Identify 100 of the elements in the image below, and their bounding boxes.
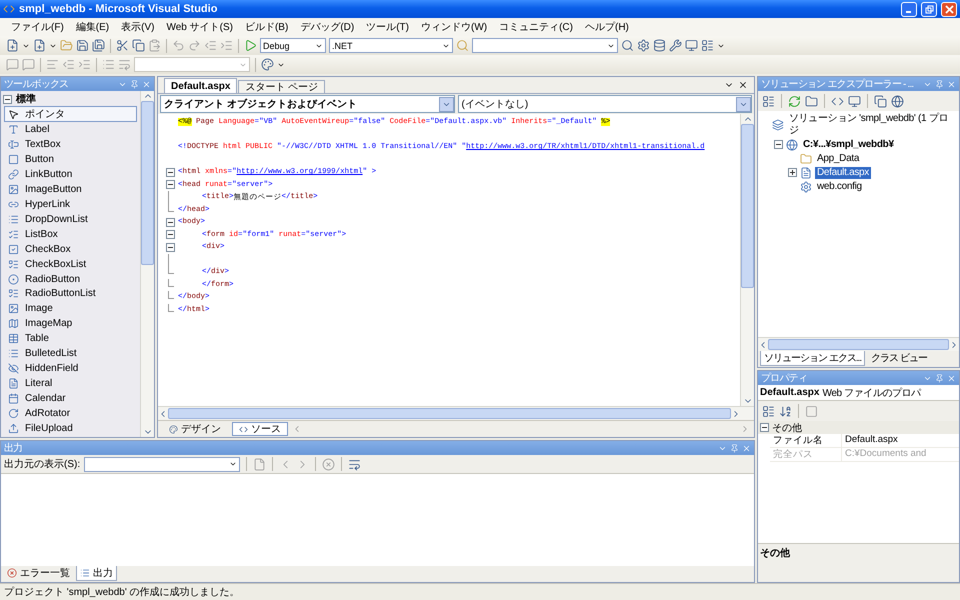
map-icon[interactable] <box>8 318 19 330</box>
toolbox-item[interactable]: FileUpload <box>4 421 137 436</box>
document-tab[interactable]: Default.aspx <box>164 78 238 93</box>
object-dropdown[interactable]: Default.aspx Web ファイルのプロパ <box>758 385 959 401</box>
toolbox-item[interactable]: ListBox <box>4 227 137 242</box>
pointer-icon[interactable] <box>8 108 19 120</box>
globe-icon[interactable] <box>891 94 904 108</box>
word-wrap-icon[interactable] <box>348 458 362 470</box>
toolbox-item[interactable]: Label <box>4 123 137 137</box>
checklist-icon[interactable] <box>8 288 19 300</box>
collapse-icon[interactable] <box>3 94 12 104</box>
toolbox-item[interactable]: Button <box>4 152 137 167</box>
tools-icon[interactable] <box>669 39 682 52</box>
panel-tab[interactable]: クラス ビュー <box>867 351 931 366</box>
restore-button[interactable] <box>921 2 937 16</box>
start-icon[interactable] <box>244 39 257 52</box>
format-icon[interactable] <box>46 58 59 71</box>
globe-icon[interactable] <box>786 138 798 150</box>
new-project-icon[interactable] <box>6 39 19 52</box>
rotate-icon[interactable] <box>8 408 19 419</box>
wrap-icon[interactable] <box>118 58 131 71</box>
tree-item[interactable]: Default.aspx <box>815 166 871 178</box>
text-field-icon[interactable] <box>8 139 19 150</box>
indent-icon[interactable] <box>78 58 91 71</box>
toolbox-item[interactable]: RadioButtonList <box>4 286 137 301</box>
copy-icon[interactable] <box>132 39 145 52</box>
menu-item[interactable]: ファイル(F) <box>6 19 69 35</box>
scrollbar[interactable] <box>740 114 754 406</box>
toolbox-item[interactable]: Image <box>4 302 137 316</box>
menu-item[interactable]: 表示(V) <box>116 19 160 35</box>
comment-icon[interactable] <box>6 58 19 71</box>
property-name[interactable]: ファイル名 <box>770 434 842 447</box>
property-value[interactable]: Default.aspx <box>842 434 959 447</box>
button-shape-icon[interactable] <box>8 154 19 166</box>
platform-dropdown[interactable]: .NET <box>329 38 453 53</box>
search-icon[interactable] <box>621 39 634 52</box>
panel-tab[interactable]: エラー一覧 <box>3 566 74 581</box>
pin-icon[interactable] <box>730 444 739 452</box>
save-icon[interactable] <box>76 39 89 52</box>
add-item-icon[interactable] <box>33 39 46 52</box>
list-icon[interactable] <box>8 228 19 240</box>
collapse-icon[interactable] <box>760 423 769 432</box>
menu-item[interactable]: コミュニティ(C) <box>494 19 578 35</box>
radio-icon[interactable] <box>8 274 19 285</box>
show-all-files-icon[interactable] <box>805 94 818 108</box>
close-button[interactable] <box>941 2 957 16</box>
toolbox-item[interactable]: ImageMap <box>4 316 137 331</box>
menu-item[interactable]: Web サイト(S) <box>161 19 238 35</box>
category-label[interactable]: その他 <box>772 420 802 434</box>
outdent-icon[interactable] <box>62 58 75 71</box>
collapse-icon[interactable] <box>166 230 175 240</box>
checkbox-icon[interactable] <box>8 244 19 255</box>
toolbox-item[interactable]: ImageButton <box>4 182 137 197</box>
pin-icon[interactable] <box>935 80 944 88</box>
uncomment-icon[interactable] <box>22 58 35 71</box>
properties-icon[interactable] <box>637 39 650 52</box>
expand-icon[interactable] <box>788 168 797 177</box>
tree-item[interactable]: App_Data <box>815 152 862 164</box>
menu-item[interactable]: デバッグ(D) <box>295 19 360 35</box>
link-icon[interactable] <box>8 169 19 180</box>
window-icon[interactable] <box>685 39 698 52</box>
object-dropdown[interactable]: クライアント オブジェクトおよびイベント <box>160 95 454 113</box>
save-all-icon[interactable] <box>92 39 105 52</box>
menu-item[interactable]: ビルド(B) <box>240 19 294 35</box>
view-tab[interactable]: デザイン <box>162 422 228 436</box>
redo-icon[interactable] <box>188 39 201 52</box>
tree-item[interactable]: web.config <box>815 180 864 192</box>
collapse-icon[interactable] <box>166 168 175 177</box>
collapse-icon[interactable] <box>774 140 783 149</box>
toolbox-item[interactable]: Calendar <box>4 391 137 406</box>
configuration-dropdown[interactable]: Debug <box>260 38 326 53</box>
menu-item[interactable]: ウィンドウ(W) <box>416 19 492 35</box>
categorized-icon[interactable] <box>762 404 775 418</box>
document-icon[interactable] <box>800 166 812 178</box>
view-designer-icon[interactable] <box>848 94 861 108</box>
properties-icon[interactable] <box>762 94 775 108</box>
restore-icon[interactable] <box>924 4 934 14</box>
scrollbar[interactable] <box>158 406 754 420</box>
toolbox-item[interactable]: LinkButton <box>4 168 137 182</box>
image-icon[interactable] <box>8 303 19 314</box>
collapse-icon[interactable] <box>166 218 175 227</box>
pin-icon[interactable] <box>935 374 944 382</box>
solution-icon[interactable] <box>772 119 784 131</box>
layout-icon[interactable] <box>701 39 714 52</box>
cut-icon[interactable] <box>116 39 129 52</box>
tree-item[interactable]: ソリューション 'smpl_webdb' (1 プロジ <box>786 113 957 137</box>
toolbox-item[interactable]: Table <box>4 332 137 346</box>
navigate-forward-icon[interactable] <box>220 39 233 52</box>
menu-item[interactable]: 編集(E) <box>70 19 114 35</box>
sort-icon[interactable] <box>779 404 792 418</box>
navigate-back-icon[interactable] <box>204 39 217 52</box>
dropdown-icon[interactable] <box>229 460 238 468</box>
style-icon[interactable] <box>261 58 274 71</box>
upload-icon[interactable] <box>8 422 19 434</box>
menu-item[interactable]: ヘルプ(H) <box>580 19 634 35</box>
collapse-icon[interactable] <box>166 242 175 252</box>
view-tab[interactable]: ソース <box>232 422 288 436</box>
table-icon[interactable] <box>8 333 19 344</box>
toolbox-item[interactable]: DropDownList <box>4 212 137 226</box>
event-dropdown[interactable]: (イベントなし) <box>458 95 752 113</box>
